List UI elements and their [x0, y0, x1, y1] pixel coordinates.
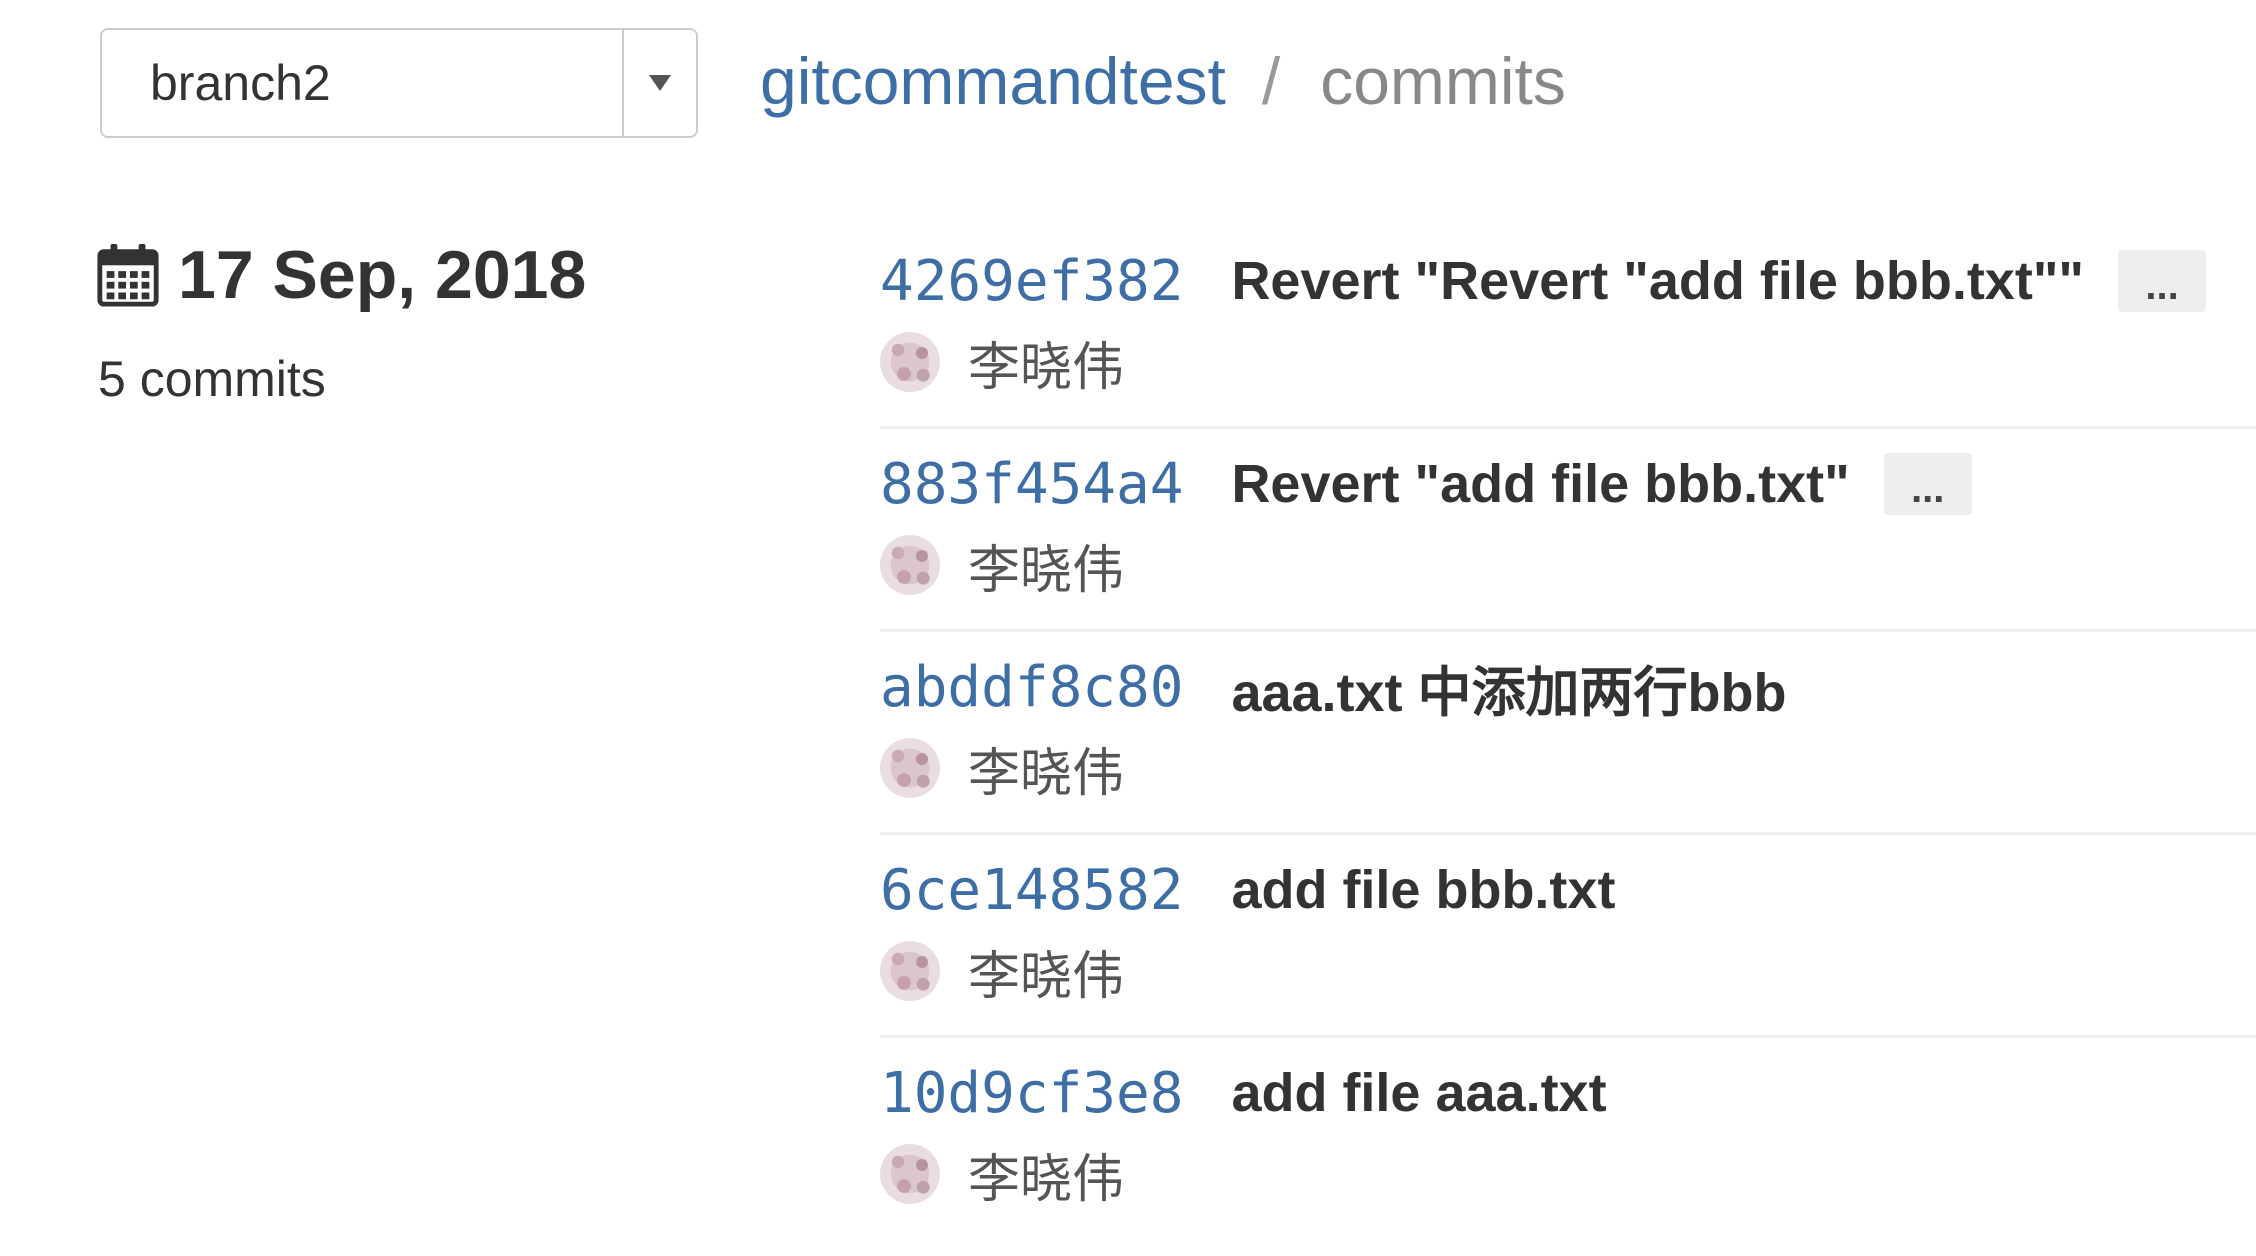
commit-sha-link[interactable]: 4269ef382 — [880, 249, 1183, 314]
day-header: 17 Sep, 2018 — [96, 236, 586, 314]
author-avatar[interactable] — [880, 738, 940, 798]
commit-title[interactable]: add file bbb.txt — [1231, 859, 1615, 921]
author-avatar[interactable] — [880, 1144, 940, 1204]
author-avatar[interactable] — [880, 332, 940, 392]
calendar-icon — [97, 243, 159, 307]
author-name[interactable]: 李晓伟 — [968, 528, 1124, 603]
commit-row: 4269ef382 Revert "Revert "add file bbb.t… — [880, 226, 2256, 429]
breadcrumb: gitcommandtest / commits — [760, 36, 1566, 126]
day-commit-count: 5 commits — [98, 351, 326, 407]
branch-dropdown-toggle[interactable] — [622, 30, 696, 136]
commit-row: 6ce148582 add file bbb.txt 李晓伟 — [880, 835, 2256, 1038]
expand-message-button[interactable]: ... — [1883, 453, 1972, 515]
commit-sha-link[interactable]: 6ce148582 — [880, 858, 1183, 923]
author-avatar[interactable] — [880, 941, 940, 1001]
commit-list: 4269ef382 Revert "Revert "add file bbb.t… — [880, 226, 2256, 1241]
expand-message-button[interactable]: ... — [2118, 250, 2207, 312]
author-name[interactable]: 李晓伟 — [968, 934, 1124, 1009]
commit-sha-link[interactable]: 10d9cf3e8 — [880, 1061, 1183, 1126]
commit-title[interactable]: Revert "add file bbb.txt" — [1231, 453, 1849, 515]
author-avatar[interactable] — [880, 535, 940, 595]
breadcrumb-project-link[interactable]: gitcommandtest — [760, 43, 1226, 119]
commit-title[interactable]: Revert "Revert "add file bbb.txt"" — [1231, 250, 2084, 312]
commit-title[interactable]: add file aaa.txt — [1231, 1062, 1606, 1124]
author-name[interactable]: 李晓伟 — [968, 1137, 1124, 1212]
branch-name: branch2 — [150, 55, 331, 111]
commit-sha-link[interactable]: abddf8c80 — [880, 655, 1183, 720]
commit-row: 10d9cf3e8 add file aaa.txt 李晓伟 — [880, 1038, 2256, 1241]
commit-row: abddf8c80 aaa.txt 中添加两行bbb 李晓伟 — [880, 632, 2256, 835]
day-date: 17 Sep, 2018 — [178, 237, 587, 313]
commit-row: 883f454a4 Revert "add file bbb.txt" ... … — [880, 429, 2256, 632]
commit-title[interactable]: aaa.txt 中添加两行bbb — [1231, 648, 1786, 727]
caret-down-icon — [649, 75, 671, 91]
breadcrumb-current-page: commits — [1320, 44, 1566, 118]
breadcrumb-separator: / — [1261, 44, 1281, 118]
author-name[interactable]: 李晓伟 — [968, 731, 1124, 806]
commit-sha-link[interactable]: 883f454a4 — [880, 452, 1183, 517]
branch-selector[interactable]: branch2 — [100, 28, 698, 138]
author-name[interactable]: 李晓伟 — [968, 325, 1124, 400]
